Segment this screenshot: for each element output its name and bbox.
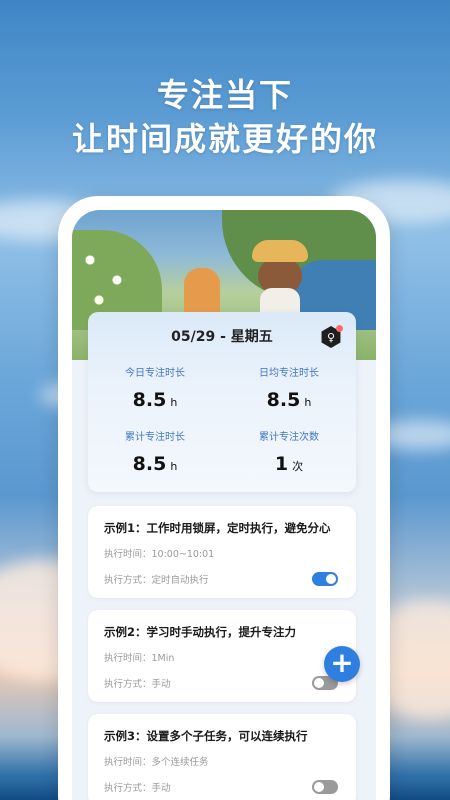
task-card[interactable]: 示例1：工作时用锁屏，定时执行，避免分心 执行时间：10:00~10:01 执行… [88, 506, 356, 598]
task-time: 执行时间：1Min [104, 653, 175, 664]
task-title: 示例1：工作时用锁屏，定时执行，避免分心 [104, 521, 331, 535]
task-time: 执行时间：10:00~10:01 [104, 549, 215, 560]
stat-unit: h [170, 396, 178, 409]
stat-label: 累计专注时长 [125, 432, 185, 443]
stat-unit: h [304, 396, 312, 409]
task-mode: 执行方式：定时自动执行 [104, 575, 209, 586]
stat-value: 8.5 [132, 453, 167, 475]
promo-headline-2: 让时间成就更好的你 [71, 120, 378, 158]
stat-value: 1 [274, 453, 289, 475]
stat-value: 8.5 [266, 389, 301, 411]
task-card[interactable]: 示例3：设置多个子任务，可以连续执行 执行时间：多个连续任务 执行方式：手动 [88, 714, 356, 800]
promo-headline-1: 专注当下 [156, 76, 293, 114]
stat-label: 今日专注时长 [125, 368, 185, 379]
stat-label: 累计专注次数 [259, 432, 319, 443]
phone-mockup: 05/29 - 星期五 ♀ 今日专注时长 8.5 h 日均专注时长 8.5 h 累计… [58, 196, 390, 800]
badge-button[interactable]: ♀ [320, 325, 343, 348]
task-card[interactable]: 示例2：学习时手动执行，提升专注力 执行时间：1Min 执行方式：手动 [88, 610, 356, 702]
stat-value: 8.5 [132, 389, 167, 411]
stat-today-duration: 今日专注时长 8.5 h [88, 364, 222, 411]
add-task-button[interactable]: + [324, 646, 360, 682]
date-label: 05/29 - 星期五 [171, 329, 273, 345]
task-title: 示例2：学习时手动执行，提升专注力 [104, 625, 296, 639]
task-toggle[interactable] [312, 780, 338, 794]
app-screen: 05/29 - 星期五 ♀ 今日专注时长 8.5 h 日均专注时长 8.5 h 累计… [72, 210, 376, 800]
task-mode: 执行方式：手动 [104, 679, 171, 690]
stat-label: 日均专注时长 [259, 368, 319, 379]
stat-unit: h [170, 460, 178, 473]
task-mode: 执行方式：手动 [104, 783, 171, 794]
stat-daily-average: 日均专注时长 8.5 h [222, 364, 356, 411]
task-toggle[interactable] [312, 572, 338, 586]
task-title: 示例3：设置多个子任务，可以连续执行 [104, 729, 308, 743]
stat-total-duration: 累计专注时长 8.5 h [88, 428, 222, 475]
task-time: 执行时间：多个连续任务 [104, 757, 209, 768]
stat-total-count: 累计专注次数 1次 [222, 428, 356, 475]
notification-dot [336, 325, 343, 332]
stat-unit: 次 [292, 460, 304, 473]
stats-card: 05/29 - 星期五 ♀ 今日专注时长 8.5 h 日均专注时长 8.5 h 累计… [88, 312, 356, 492]
